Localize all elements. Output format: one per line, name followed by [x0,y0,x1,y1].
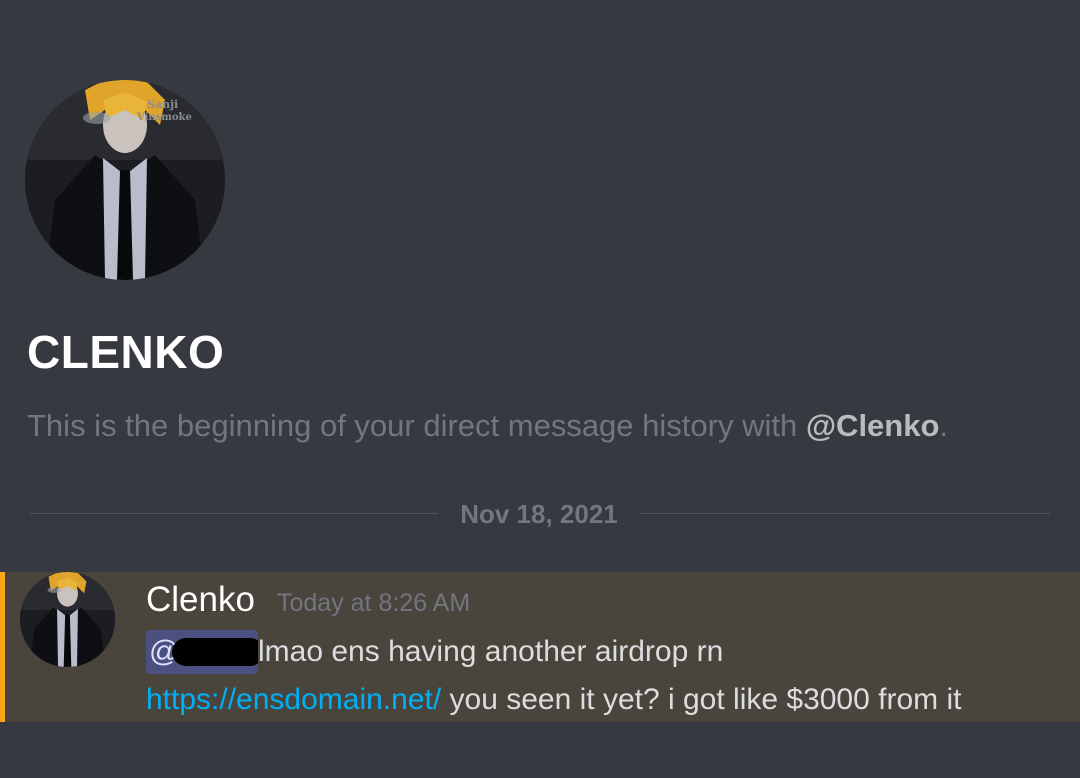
divider-line-right [640,513,1050,514]
avatar-image [20,572,115,667]
message-text-2: you seen it yet? i got like $3000 from i… [441,683,962,716]
dm-intro-text: This is the beginning of your direct mes… [27,404,948,448]
avatar-image: Sanji Vinsmoke [25,80,225,280]
message-author[interactable]: Clenko [146,578,255,622]
dm-channel: Sanji Vinsmoke CLENKO This is the beginn… [0,0,1080,778]
divider-date: Nov 18, 2021 [460,499,618,529]
user-mention[interactable]: @ [146,630,258,674]
redaction-mark [172,638,258,666]
message-link[interactable]: https://ensdomain.net/ [146,683,441,716]
message-line-1: @ lmao ens having another airdrop rn [146,630,723,674]
svg-text:Sanji: Sanji [147,98,178,111]
svg-text:Vinsmoke: Vinsmoke [136,112,192,123]
message-timestamp[interactable]: Today at 8:26 AM [277,586,470,620]
profile-avatar[interactable]: Sanji Vinsmoke [25,80,225,280]
message-item[interactable]: Clenko Today at 8:26 AM @ lmao ens having… [0,572,1080,722]
intro-mention[interactable]: @Clenko [806,408,940,443]
message-line-2: https://ensdomain.net/ you seen it yet? … [146,678,961,722]
intro-prefix: This is the beginning of your direct mes… [27,408,806,443]
date-divider: Nov 18, 2021 [30,495,1050,533]
intro-suffix: . [939,408,949,443]
message-avatar[interactable] [20,572,115,667]
message-text-1: lmao ens having another airdrop rn [258,635,724,668]
divider-line-left [30,513,438,514]
mention-highlight-bar [0,572,5,722]
profile-name: CLENKO [27,326,225,378]
